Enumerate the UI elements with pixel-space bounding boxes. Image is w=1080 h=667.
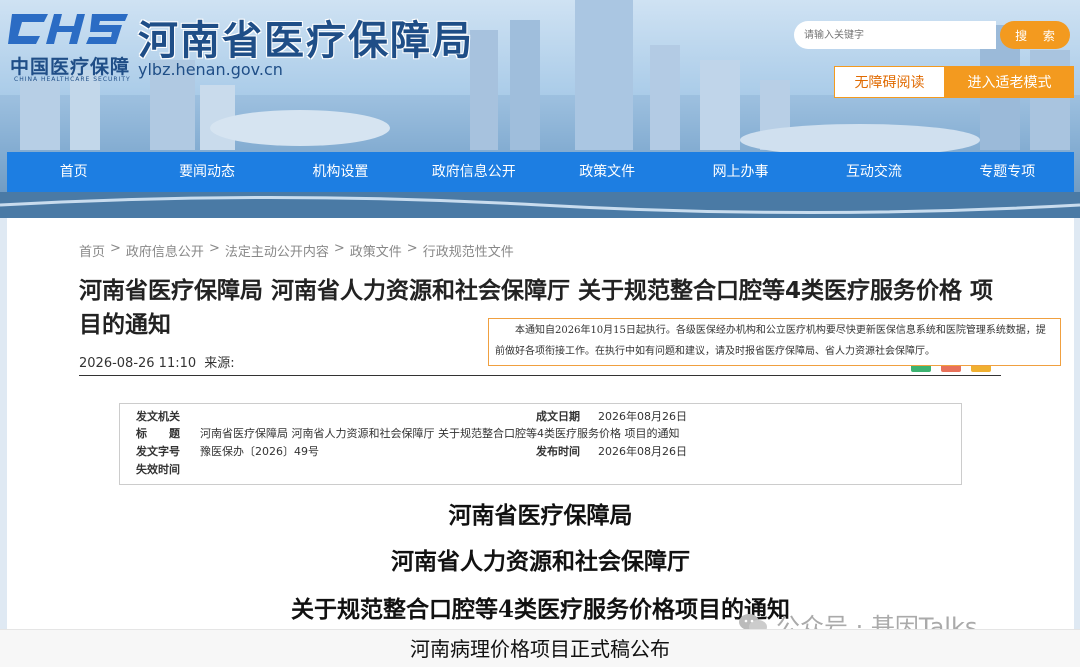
breadcrumb-separator: >	[110, 241, 121, 256]
content-card: 首页 > 政府信息公开 > 法定主动公开内容 > 政策文件 > 行政规范性文件 …	[7, 218, 1074, 667]
nav-item-organization[interactable]: 机构设置	[274, 152, 407, 192]
info-row: 失效时间	[120, 461, 961, 479]
publish-time-value: 2026年08月26日	[598, 445, 687, 458]
title-value: 河南省医疗保障局 河南省人力资源和社会保障厅 关于规范整合口腔等4类医疗服务价格…	[200, 427, 680, 440]
issuer-label: 发文机关	[136, 410, 180, 423]
breadcrumb-separator: >	[208, 241, 220, 256]
breadcrumb: 首页 > 政府信息公开 > 法定主动公开内容 > 政策文件 > 行政规范性文件	[79, 241, 514, 260]
site-title: 河南省医疗保障局	[138, 17, 474, 64]
effective-date-note: 本通知自2026年10月15日起执行。各级医保经办机构和公立医疗机构要尽快更新医…	[488, 318, 1061, 366]
breadcrumb-separator: >	[333, 241, 345, 256]
title-divider	[79, 375, 1001, 376]
nav-item-gov-info[interactable]: 政府信息公开	[407, 152, 540, 192]
search-button[interactable]: 搜 索	[1000, 21, 1070, 49]
doc-number-value: 豫医保办〔2026〕49号	[200, 445, 319, 458]
publish-time-label: 发布时间	[536, 445, 580, 458]
header-banner: 中国医疗保障 CHINA HEALTHCARE SECURITY 河南省医疗保障…	[0, 0, 1080, 218]
nav-item-policy[interactable]: 政策文件	[541, 152, 674, 192]
article-source-label: 来源:	[204, 356, 235, 371]
chs-logo-mark	[8, 14, 128, 44]
site-domain: ylbz.henan.gov.cn	[138, 60, 283, 79]
breadcrumb-home[interactable]: 首页	[79, 241, 105, 260]
body-heading-1: 河南省医疗保障局	[448, 502, 633, 529]
expiry-label: 失效时间	[136, 463, 180, 476]
logo-english-text: CHINA HEALTHCARE SECURITY	[14, 76, 131, 83]
title-label: 标 题	[136, 427, 180, 440]
accessible-reading-button[interactable]: 无障碍阅读	[834, 66, 945, 98]
breadcrumb-gov-info[interactable]: 政府信息公开	[126, 241, 204, 260]
main-nav: 首页 要闻动态 机构设置 政府信息公开 政策文件 网上办事 互动交流 专题专项	[7, 152, 1074, 192]
nav-item-online-service[interactable]: 网上办事	[674, 152, 807, 192]
breadcrumb-normative[interactable]: 行政规范性文件	[423, 241, 514, 260]
info-row: 标 题 河南省医疗保障局 河南省人力资源和社会保障厅 关于规范整合口腔等4类医疗…	[120, 425, 961, 443]
doc-info-table: 发文机关 成文日期 2026年08月26日 标 题 河南省医疗保障局 河南省人力…	[119, 403, 962, 485]
breadcrumb-statutory[interactable]: 法定主动公开内容	[225, 241, 329, 260]
image-caption: 河南病理价格项目正式稿公布	[0, 629, 1080, 667]
breadcrumb-policy[interactable]: 政策文件	[350, 241, 402, 260]
body-heading-2: 河南省人力资源和社会保障厅	[391, 548, 690, 575]
article-meta: 2026-08-26 11:10 来源:	[79, 352, 239, 371]
breadcrumb-separator: >	[406, 241, 418, 256]
elder-mode-button[interactable]: 进入适老模式	[945, 66, 1074, 98]
formed-date-label: 成文日期	[536, 410, 580, 423]
nav-item-topics[interactable]: 专题专项	[941, 152, 1074, 192]
doc-number-label: 发文字号	[136, 445, 180, 458]
chs-logo[interactable]: 中国医疗保障 CHINA HEALTHCARE SECURITY	[8, 8, 132, 83]
nav-item-news[interactable]: 要闻动态	[140, 152, 273, 192]
search-input[interactable]	[794, 21, 996, 49]
info-row: 发文机关 成文日期 2026年08月26日	[120, 408, 961, 426]
nav-item-home[interactable]: 首页	[7, 152, 140, 192]
nav-item-interaction[interactable]: 互动交流	[807, 152, 940, 192]
logo-chinese-text: 中国医疗保障	[10, 56, 131, 78]
formed-date-value: 2026年08月26日	[598, 410, 687, 423]
info-row: 发文字号 豫医保办〔2026〕49号 发布时间 2026年08月26日	[120, 443, 961, 461]
article-date: 2026-08-26 11:10	[79, 356, 197, 371]
